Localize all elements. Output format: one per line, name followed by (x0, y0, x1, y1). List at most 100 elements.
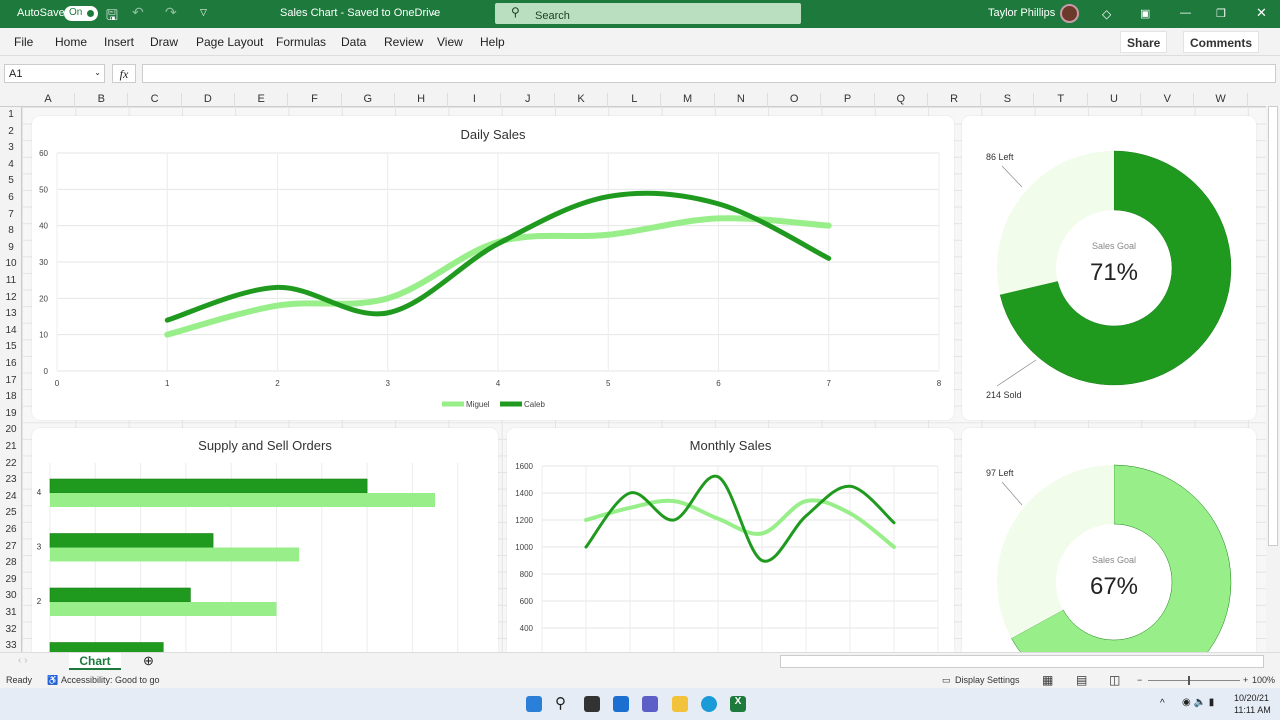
file-explorer-icon[interactable] (672, 696, 688, 712)
column-header-E[interactable]: E (235, 93, 289, 107)
row-header-4[interactable]: 4 (0, 159, 22, 170)
sheet-tab-chart[interactable]: Chart (69, 653, 121, 670)
vertical-scrollbar[interactable] (1266, 92, 1280, 652)
customize-toolbar-icon[interactable]: ▽ (200, 7, 207, 18)
column-header-A[interactable]: A (22, 93, 75, 107)
teams-chat-icon[interactable] (642, 696, 658, 712)
row-header-19[interactable]: 19 (0, 408, 22, 419)
row-header-10[interactable]: 10 (0, 258, 22, 269)
horizontal-scrollbar[interactable] (780, 655, 1264, 668)
share-button[interactable]: Share (1120, 31, 1168, 53)
row-header-33[interactable]: 33 (0, 640, 22, 651)
accessibility-status[interactable]: Accessibility: Good to go (61, 675, 160, 685)
zoom-slider[interactable] (1148, 676, 1240, 685)
ribbon-display-icon[interactable]: ▣ (1140, 7, 1150, 20)
row-header-28[interactable]: 28 (0, 557, 22, 568)
insert-function-button[interactable]: fx (112, 64, 136, 83)
wifi-icon[interactable]: ◉ 🔈 ▮ (1182, 697, 1214, 708)
tab-page-layout[interactable]: Page Layout (196, 35, 263, 49)
add-sheet-icon[interactable]: ⊕ (143, 653, 154, 669)
row-header-25[interactable]: 25 (0, 507, 22, 518)
row-header-20[interactable]: 20 (0, 424, 22, 435)
tab-home[interactable]: Home (55, 35, 87, 49)
scroll-sheets-icon[interactable]: ‹ › (18, 655, 27, 666)
widgets-icon[interactable] (613, 696, 629, 712)
normal-view-icon[interactable]: ▦ (1042, 673, 1053, 687)
name-box[interactable]: A1 ⌄ (4, 64, 105, 83)
daily-sales-chart[interactable]: Daily Sales 0 10 20 30 40 50 60 0 1 2 3 4 5 6 7 8 Miguel… (32, 116, 954, 420)
zoom-in-icon[interactable]: + (1243, 675, 1248, 685)
column-header-N[interactable]: N (715, 93, 768, 107)
row-header-21[interactable]: 21 (0, 441, 22, 452)
row-header-16[interactable]: 16 (0, 358, 22, 369)
start-icon[interactable] (526, 696, 542, 712)
column-header-L[interactable]: L (608, 93, 662, 107)
save-icon[interactable]: 🖫 (106, 5, 118, 29)
task-view-icon[interactable] (584, 696, 600, 712)
edge-icon[interactable] (701, 696, 717, 712)
tab-draw[interactable]: Draw (150, 35, 178, 49)
column-header-W[interactable]: W (1195, 93, 1248, 107)
tray-chevron-icon[interactable]: ^ (1160, 698, 1165, 709)
row-header-6[interactable]: 6 (0, 192, 22, 203)
close-icon[interactable]: ✕ (1256, 5, 1267, 21)
accessibility-icon[interactable]: ♿ (47, 675, 58, 686)
row-header-1[interactable]: 1 (0, 109, 22, 120)
column-header-M[interactable]: M (662, 93, 715, 107)
tab-file[interactable]: File (14, 35, 33, 49)
column-header-K[interactable]: K (555, 93, 608, 107)
row-header-11[interactable]: 11 (0, 275, 22, 286)
tab-help[interactable]: Help (480, 35, 505, 49)
row-header-13[interactable]: 13 (0, 308, 22, 319)
row-header-24[interactable]: 24 (0, 491, 22, 502)
column-header-G[interactable]: G (342, 93, 395, 107)
row-header-31[interactable]: 31 (0, 607, 22, 618)
row-header-29[interactable]: 29 (0, 574, 22, 585)
column-header-T[interactable]: T (1035, 93, 1088, 107)
sales-goal-donut-1[interactable]: Sales Goal 71% 86 Left 214 Sold (962, 116, 1256, 420)
chevron-down-icon[interactable]: ⌄ (430, 7, 438, 18)
row-header-9[interactable]: 9 (0, 242, 22, 253)
minimize-icon[interactable]: — (1180, 7, 1191, 19)
row-header-15[interactable]: 15 (0, 341, 22, 352)
row-header-2[interactable]: 2 (0, 126, 22, 137)
tab-data[interactable]: Data (341, 35, 366, 49)
diamond-icon[interactable]: ◇ (1102, 7, 1111, 21)
column-header-J[interactable]: J (502, 93, 555, 107)
column-header-D[interactable]: D (182, 93, 235, 107)
tab-review[interactable]: Review (384, 35, 423, 49)
clock-time[interactable]: 11:11 AM (1234, 705, 1271, 715)
display-settings-button[interactable]: Display Settings (955, 675, 1020, 685)
comments-button[interactable]: Comments (1183, 31, 1260, 53)
row-header-17[interactable]: 17 (0, 375, 22, 386)
column-header-U[interactable]: U (1088, 93, 1141, 107)
row-header-22[interactable]: 22 (0, 458, 22, 469)
zoom-level[interactable]: 100% (1252, 675, 1275, 685)
supply-sell-orders-chart[interactable]: Supply and Sell Orders 1234 (32, 428, 498, 668)
row-header-14[interactable]: 14 (0, 325, 22, 336)
column-header-I[interactable]: I (448, 93, 502, 107)
autosave-toggle[interactable]: On (64, 6, 98, 21)
tab-insert[interactable]: Insert (104, 35, 134, 49)
column-header-H[interactable]: H (395, 93, 449, 107)
tab-view[interactable]: View (437, 35, 463, 49)
column-header-B[interactable]: B (75, 93, 129, 107)
column-header-R[interactable]: R (928, 93, 982, 107)
column-header-V[interactable]: V (1141, 93, 1195, 107)
display-settings-icon[interactable]: ▭ (942, 675, 951, 686)
zoom-out-icon[interactable]: − (1137, 675, 1142, 685)
row-header-32[interactable]: 32 (0, 624, 22, 635)
row-header-7[interactable]: 7 (0, 209, 22, 220)
column-header-F[interactable]: F (289, 93, 342, 107)
row-header-26[interactable]: 26 (0, 524, 22, 535)
document-title[interactable]: Sales Chart - Saved to OneDrive (280, 7, 440, 19)
clock-date[interactable]: 10/20/21 (1234, 693, 1269, 703)
redo-icon[interactable]: ↷ (165, 4, 177, 21)
page-layout-view-icon[interactable]: ▤ (1076, 673, 1087, 687)
column-header-P[interactable]: P (822, 93, 875, 107)
tab-formulas[interactable]: Formulas (276, 35, 326, 49)
sales-goal-donut-2[interactable]: Sales Goal 67% 97 Left (962, 428, 1256, 668)
undo-icon[interactable]: ↶ (132, 4, 144, 21)
chevron-down-icon[interactable]: ⌄ (94, 68, 101, 77)
search-icon[interactable]: ⚲ (555, 694, 571, 712)
